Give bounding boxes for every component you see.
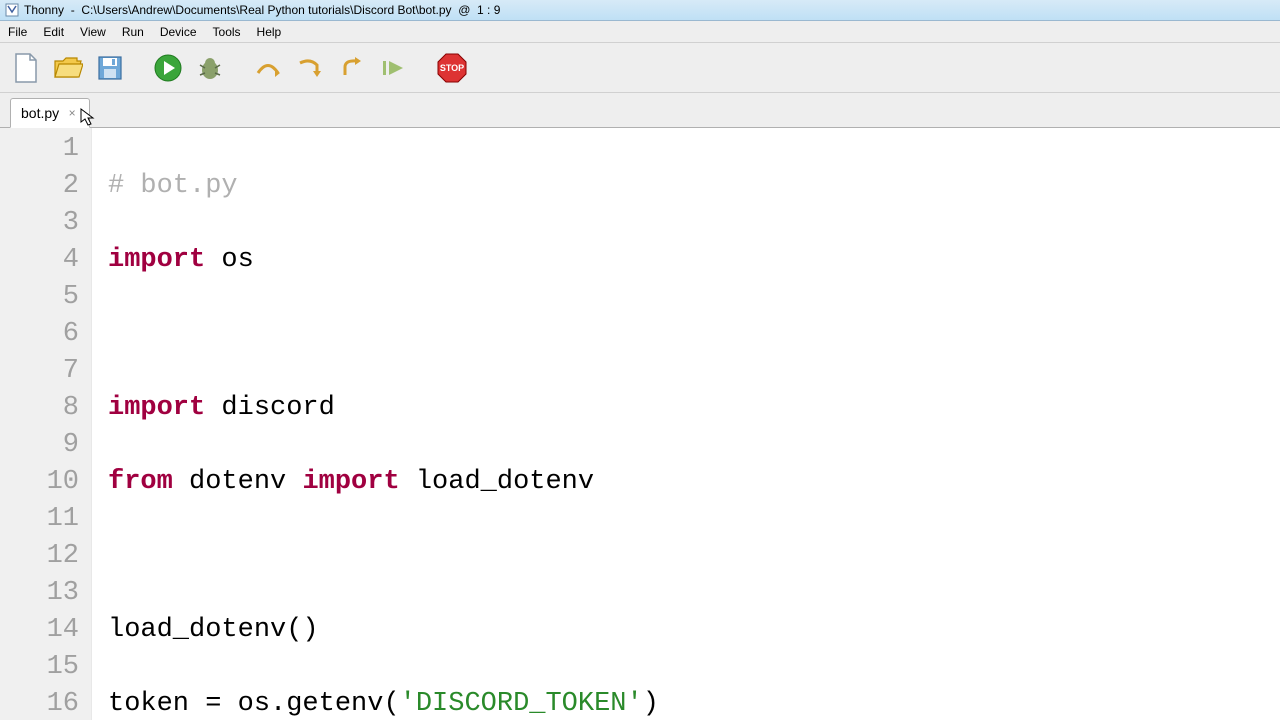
toolbar: STOP [0,43,1280,93]
step-out-button[interactable] [336,52,368,84]
line-number: 1 [0,131,79,168]
line-number-gutter: 1 2 3 4 5 6 7 8 9 10 11 12 13 14 15 16 [0,128,92,720]
svg-text:STOP: STOP [440,63,464,73]
menu-tools[interactable]: Tools [205,21,249,42]
menu-bar: File Edit View Run Device Tools Help [0,21,1280,43]
tab-botpy[interactable]: bot.py × [10,98,90,128]
run-button[interactable] [152,52,184,84]
step-into-button[interactable] [294,52,326,84]
debug-button[interactable] [194,52,226,84]
menu-edit[interactable]: Edit [35,21,72,42]
line-number: 6 [0,316,79,353]
menu-device[interactable]: Device [152,21,205,42]
tab-label: bot.py [21,105,59,121]
close-icon[interactable]: × [65,106,79,120]
line-number: 4 [0,242,79,279]
step-over-button[interactable] [252,52,284,84]
window-title: Thonny - C:\Users\Andrew\Documents\Real … [24,3,500,17]
menu-file[interactable]: File [0,21,35,42]
menu-view[interactable]: View [72,21,114,42]
line-number: 2 [0,168,79,205]
line-number: 9 [0,427,79,464]
line-number: 16 [0,686,79,720]
resume-button[interactable] [378,52,410,84]
title-bar: Thonny - C:\Users\Andrew\Documents\Real … [0,0,1280,21]
line-number: 12 [0,538,79,575]
save-file-button[interactable] [94,52,126,84]
line-number: 7 [0,353,79,390]
line-number: 13 [0,575,79,612]
line-number: 8 [0,390,79,427]
line-number: 3 [0,205,79,242]
open-file-button[interactable] [52,52,84,84]
menu-help[interactable]: Help [249,21,290,42]
line-number: 5 [0,279,79,316]
stop-button[interactable]: STOP [436,52,468,84]
new-file-button[interactable] [10,52,42,84]
menu-run[interactable]: Run [114,21,152,42]
tab-strip: bot.py × [0,93,1280,128]
line-number: 14 [0,612,79,649]
line-number: 10 [0,464,79,501]
code-area[interactable]: # bot.py import os import discord from d… [92,128,1280,720]
line-number: 11 [0,501,79,538]
line-number: 15 [0,649,79,686]
code-editor[interactable]: 1 2 3 4 5 6 7 8 9 10 11 12 13 14 15 16 #… [0,128,1280,720]
app-icon [4,2,20,18]
